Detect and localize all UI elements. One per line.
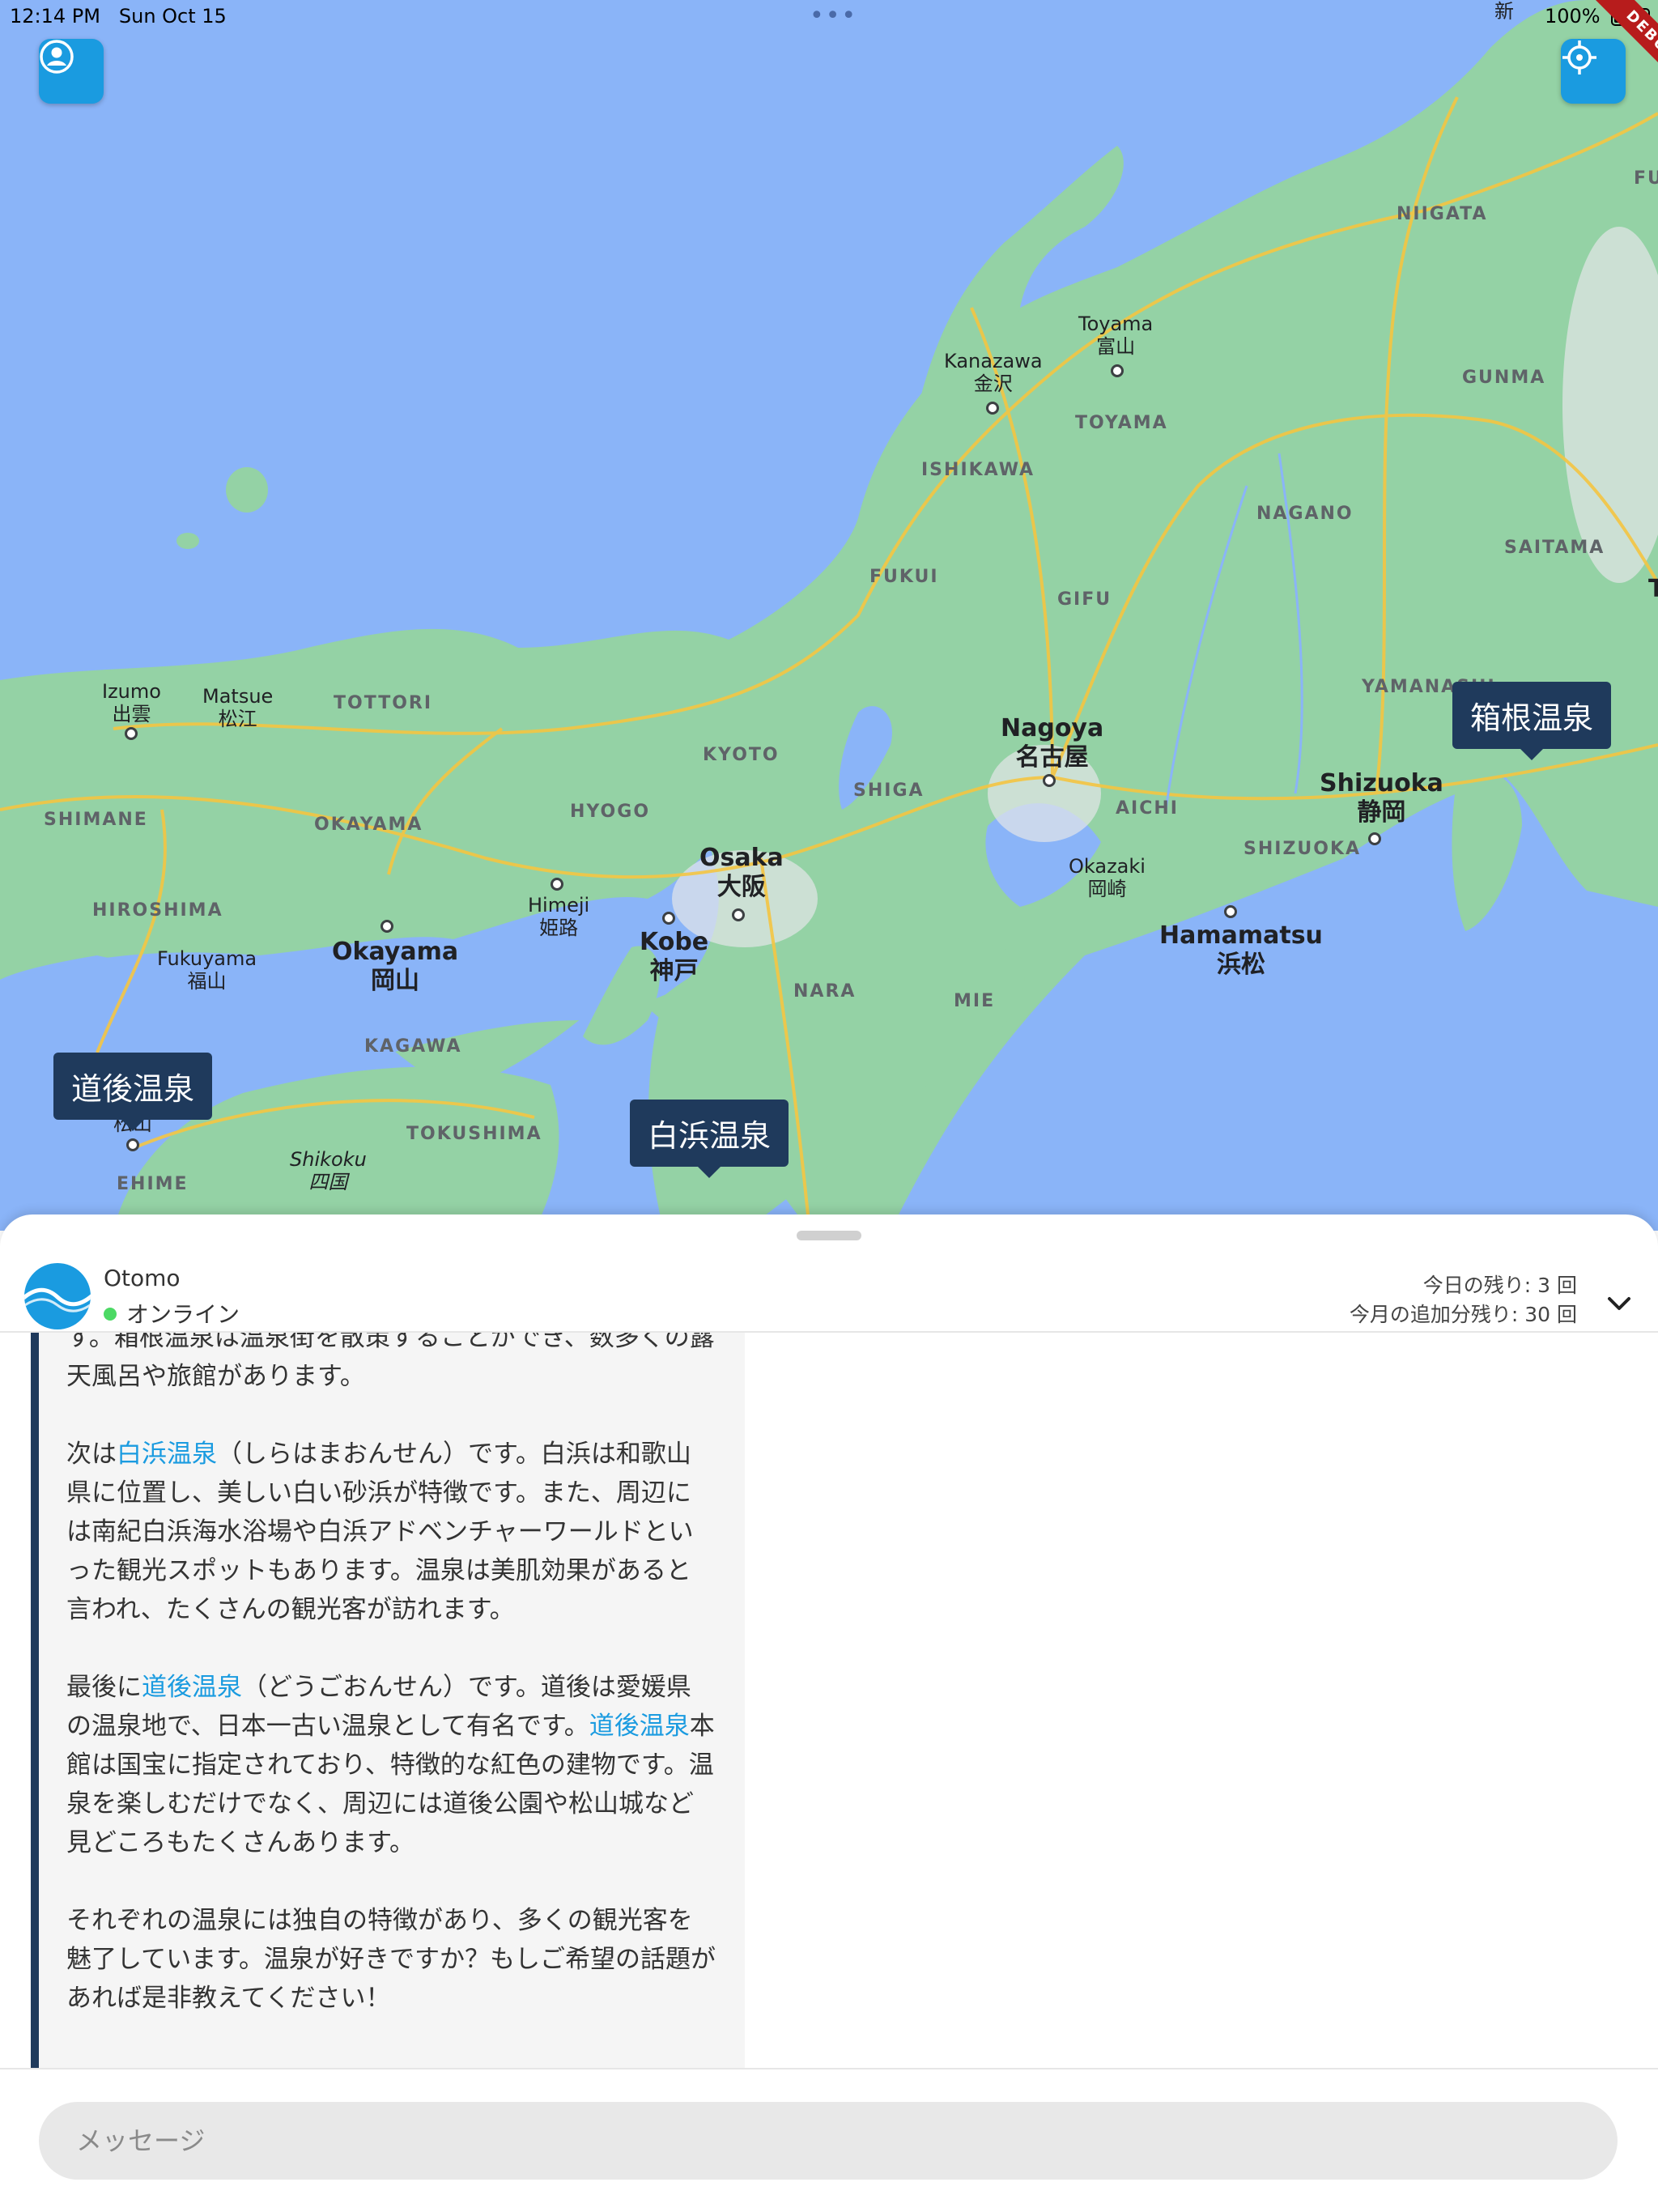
pref-label-shiga: SHIGA bbox=[853, 781, 925, 801]
city-dot bbox=[1368, 832, 1381, 845]
status-time: 12:14 PM Sun Oct 15 bbox=[10, 5, 227, 28]
onsen-link[interactable]: 道後温泉 bbox=[142, 1673, 242, 1702]
onsen-link[interactable]: 白浜温泉 bbox=[117, 1440, 217, 1469]
pref-label-tokushima: TOKUSHIMA bbox=[406, 1124, 542, 1144]
quota-month: 今月の追加分残り: 30 回 bbox=[1349, 1303, 1577, 1326]
pref-label-partial: FU bbox=[1634, 168, 1658, 189]
city-label-okayama: Okayama 岡山 bbox=[332, 938, 459, 995]
chat-messages[interactable]: す。箱根温泉は温泉街を散策することができ、数多くの露天風呂や旅館があります。 次… bbox=[0, 1333, 1658, 2068]
chat-header: Otomo オンライン 今日の残り: 3 回 今月の追加分残り: 30 回 bbox=[0, 1247, 1658, 1333]
pref-label-fukui: FUKUI bbox=[869, 567, 939, 587]
city-dot bbox=[1043, 774, 1056, 787]
status-bar: 12:14 PM Sun Oct 15 ••• 100% bbox=[0, 0, 1658, 32]
marker-hakone-onsen[interactable]: 箱根温泉 bbox=[1452, 682, 1612, 760]
pref-label-tottori: TOTTORI bbox=[334, 693, 433, 713]
city-dot bbox=[551, 878, 563, 891]
collapse-sheet-button[interactable] bbox=[1603, 1287, 1635, 1320]
quota-today: 今日の残り: 3 回 bbox=[1422, 1274, 1577, 1297]
pref-label-shimane: SHIMANE bbox=[44, 810, 148, 830]
online-indicator-icon bbox=[104, 1308, 117, 1321]
usage-quota: 今日の残り: 3 回 今月の追加分残り: 30 回 bbox=[1350, 1271, 1577, 1329]
city-dot bbox=[125, 727, 138, 740]
pref-label-nagano: NAGANO bbox=[1256, 504, 1354, 524]
pref-label-hiroshima: HIROSHIMA bbox=[92, 900, 223, 921]
pref-label-ehime: EHIME bbox=[117, 1174, 189, 1194]
pref-label-saitama: SAITAMA bbox=[1504, 538, 1605, 558]
pref-label-shizuoka: SHIZUOKA bbox=[1244, 839, 1362, 859]
city-dot bbox=[1111, 364, 1124, 377]
city-label-matsue: Matsue 松江 bbox=[202, 685, 274, 730]
city-label-hamamatsu: Hamamatsu 浜松 bbox=[1159, 921, 1323, 979]
pref-label-gunma: GUNMA bbox=[1462, 368, 1546, 388]
pref-label-hyogo: HYOGO bbox=[570, 802, 651, 822]
bot-online-status: オンライン bbox=[104, 1297, 240, 1329]
chat-bottom-sheet: Otomo オンライン 今日の残り: 3 回 今月の追加分残り: 30 回 す。… bbox=[0, 1214, 1658, 2212]
wave-logo-icon bbox=[24, 1287, 91, 1312]
city-dot bbox=[126, 1138, 139, 1151]
pref-label-toyama: TOYAMA bbox=[1075, 413, 1168, 433]
marker-shirahama-onsen[interactable]: 白浜温泉 bbox=[630, 1100, 789, 1178]
profile-button[interactable] bbox=[39, 39, 104, 104]
chevron-down-icon bbox=[1608, 1297, 1630, 1310]
message-paragraph: す。箱根温泉は温泉街を散策することができ、数多くの露天風呂や旅館があります。 bbox=[66, 1333, 715, 1391]
multitasking-dots-icon[interactable]: ••• bbox=[810, 2, 857, 30]
pref-label-kyoto: KYOTO bbox=[703, 745, 780, 765]
city-label-fukuyama: Fukuyama 福山 bbox=[157, 947, 257, 993]
pref-label-kagawa: KAGAWA bbox=[364, 1036, 462, 1057]
city-label-himeji: Himeji 姫路 bbox=[528, 894, 590, 939]
city-label-okazaki: Okazaki 岡崎 bbox=[1069, 855, 1146, 900]
message-paragraph: 次は白浜温泉（しらはまおんせん）です。白浜は和歌山県に位置し、美しい白い砂浜が特… bbox=[66, 1440, 694, 1624]
sheet-drag-handle[interactable] bbox=[797, 1231, 861, 1240]
city-label-nagoya: Nagoya 名古屋 bbox=[1001, 714, 1104, 772]
pref-label-gifu: GIFU bbox=[1057, 589, 1112, 610]
city-label-osaka: Osaka 大阪 bbox=[699, 844, 784, 901]
marker-dogo-onsen[interactable]: 道後温泉 bbox=[53, 1053, 213, 1131]
city-label-shizuoka: Shizuoka 静岡 bbox=[1320, 769, 1443, 827]
message-input[interactable] bbox=[39, 2102, 1618, 2180]
city-label-toyama: Toyama 富山 bbox=[1078, 313, 1154, 358]
locate-me-button[interactable] bbox=[1561, 39, 1626, 104]
city-dot bbox=[732, 908, 745, 921]
city-label-izumo: Izumo 出雲 bbox=[102, 680, 161, 725]
bot-avatar bbox=[24, 1263, 91, 1329]
map-view[interactable]: NIIGATA TOYAMA GUNMA ISHIKAWA NAGANO FUK… bbox=[0, 0, 1658, 1231]
city-dot bbox=[662, 912, 675, 925]
bot-name: Otomo bbox=[104, 1265, 181, 1291]
city-label-tokyo-partial: T bbox=[1648, 575, 1658, 603]
region-label-shikoku: Shikoku 四国 bbox=[290, 1148, 367, 1193]
city-label-kobe: Kobe 神戸 bbox=[640, 928, 709, 985]
pref-label-mie: MIE bbox=[954, 991, 996, 1011]
composer-divider bbox=[0, 2068, 1658, 2069]
message-paragraph: 最後に道後温泉（どうごおんせん）です。道後は愛媛県の温泉地で、日本一古い温泉とし… bbox=[66, 1673, 715, 1857]
map-terrain bbox=[0, 0, 1658, 1231]
pref-label-niigata: NIIGATA bbox=[1397, 204, 1488, 224]
pref-label-okayama: OKAYAMA bbox=[314, 815, 423, 835]
message-paragraph: それぞれの温泉には独自の特徴があり、多くの観光客を魅了しています。温泉が好きです… bbox=[66, 1906, 716, 2013]
city-dot bbox=[986, 402, 999, 415]
assistant-message-bubble: す。箱根温泉は温泉街を散策することができ、数多くの露天風呂や旅館があります。 次… bbox=[31, 1333, 745, 2068]
pref-label-aichi: AICHI bbox=[1116, 798, 1179, 819]
city-dot bbox=[1224, 905, 1237, 918]
city-label-kanazawa: Kanazawa 金沢 bbox=[944, 350, 1043, 395]
city-dot bbox=[380, 920, 393, 933]
pref-label-nara: NARA bbox=[793, 981, 857, 1002]
battery-percent: 100% bbox=[1545, 5, 1601, 28]
onsen-link[interactable]: 道後温泉 bbox=[589, 1712, 690, 1741]
pref-label-ishikawa: ISHIKAWA bbox=[921, 460, 1035, 480]
